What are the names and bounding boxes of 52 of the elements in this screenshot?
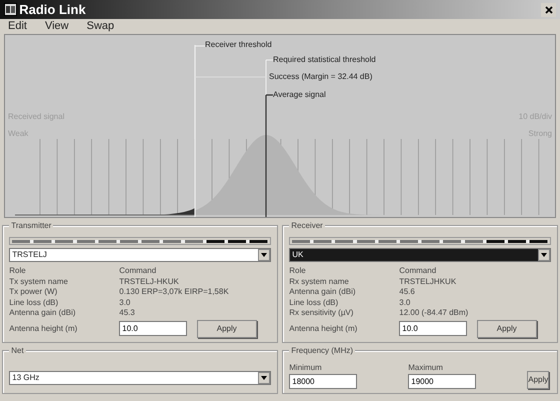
height-input[interactable]: 10.0 xyxy=(399,321,468,336)
dropdown-arrow-icon[interactable] xyxy=(260,376,267,380)
group-title: Net xyxy=(9,344,26,356)
field-label: Rx sensitivity (µV) xyxy=(289,308,354,318)
field-value: Command xyxy=(399,266,436,276)
maximum-input[interactable]: 19000 xyxy=(408,374,476,388)
field-value: 12.00 (-84.47 dBm) xyxy=(399,308,468,318)
menu-item[interactable]: Edit xyxy=(6,18,29,35)
station-dropdown[interactable]: TRSTELJ xyxy=(9,248,271,262)
station-dropdown[interactable]: UK xyxy=(289,248,551,262)
chart-label: Success (Margin = 32.44 dB) xyxy=(269,72,372,82)
group-title: Transmitter xyxy=(9,220,54,231)
field-label: Rx system name xyxy=(289,276,350,287)
menu-item[interactable]: Swap xyxy=(84,18,116,35)
dropdown-arrow-icon[interactable] xyxy=(260,253,267,257)
field-value: 3.0 xyxy=(399,298,410,308)
field-value: Command xyxy=(119,266,156,276)
group-title: Receiver xyxy=(289,220,325,231)
apply-button[interactable]: Apply xyxy=(196,320,257,338)
field-label: Antenna height (m) xyxy=(9,322,78,334)
chart-label: Average signal xyxy=(273,90,326,100)
group-title: Frequency (MHz) xyxy=(289,344,356,356)
close-button[interactable] xyxy=(541,2,556,16)
field-value: 45.3 xyxy=(119,308,135,318)
minimum-input[interactable]: 18000 xyxy=(289,374,358,388)
field-label: Tx system name xyxy=(9,276,69,287)
height-input[interactable]: 10.0 xyxy=(119,321,188,336)
field-label: Antenna gain (dBi) xyxy=(9,308,77,318)
field-value: 45.6 xyxy=(399,287,415,298)
app-icon xyxy=(4,3,17,16)
field-label: Role xyxy=(9,266,27,276)
apply-button[interactable]: Apply xyxy=(476,320,537,338)
field-label: Maximum xyxy=(408,362,444,374)
field-value: 3.0 xyxy=(119,298,130,308)
field-value: TRSTELJ-HKUK xyxy=(119,276,179,287)
window-title: Radio Link xyxy=(19,0,86,19)
net-dropdown[interactable]: 13 GHz xyxy=(9,370,271,384)
field-label: Antenna height (m) xyxy=(289,322,358,334)
close-icon[interactable] xyxy=(544,6,552,14)
field-label: Role xyxy=(289,266,307,276)
field-value: 0.130 ERP=3,07k EIRP=1,58K xyxy=(119,287,229,298)
field-label: Tx power (W) xyxy=(9,287,58,298)
menu-item[interactable]: View xyxy=(42,18,71,35)
chart-label: Required statistical threshold xyxy=(273,55,376,65)
field-label: Antenna gain (dBi) xyxy=(289,287,357,298)
field-label: Line loss (dB) xyxy=(9,298,60,308)
apply-button[interactable]: Apply xyxy=(527,370,550,388)
dropdown-arrow-icon[interactable] xyxy=(540,253,547,257)
field-value: TRSTELJHKUK xyxy=(399,276,456,287)
field-label: Minimum xyxy=(289,362,323,374)
field-label: Line loss (dB) xyxy=(289,298,340,308)
chart-label: Receiver threshold xyxy=(205,40,272,50)
